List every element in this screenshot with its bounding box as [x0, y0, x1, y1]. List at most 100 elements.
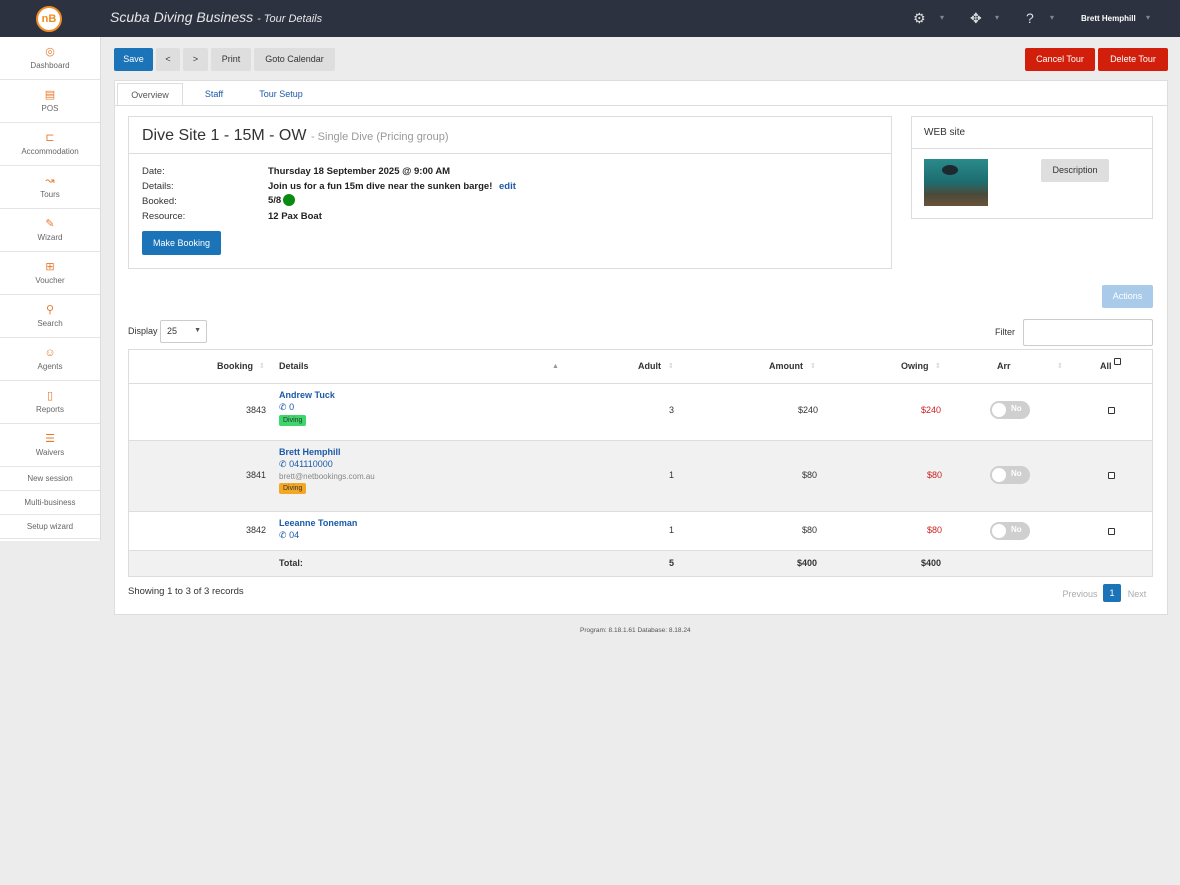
sidebar-link-multi-business[interactable]: Multi-business [0, 491, 100, 515]
tab-overview[interactable]: Overview [117, 83, 183, 106]
select-all-label: All [1100, 361, 1112, 371]
pagination-next[interactable]: Next [1124, 585, 1150, 603]
top-navbar: nB Scuba Diving Business - Tour Details … [0, 0, 1180, 37]
tab-tour-setup[interactable]: Tour Setup [250, 83, 312, 106]
customer-name-link[interactable]: Leeanne Toneman [279, 518, 357, 528]
sidebar-item-wizard[interactable]: ✎ Wizard [0, 209, 100, 252]
sidebar-item-tours[interactable]: ↝ Tours [0, 166, 100, 209]
row-select-checkbox[interactable] [1108, 472, 1115, 479]
row-select-checkbox[interactable] [1108, 407, 1115, 414]
edit-details-link[interactable]: edit [499, 181, 516, 192]
row-select-checkbox[interactable] [1108, 528, 1115, 535]
sort-icon[interactable]: ⇕ [668, 350, 674, 383]
booking-number-link[interactable]: 3843 [246, 405, 266, 415]
sidebar-item-waivers[interactable]: ☰ Waivers [0, 424, 100, 467]
make-booking-button[interactable]: Make Booking [142, 231, 221, 255]
sort-icon[interactable]: ⇕ [259, 350, 265, 383]
select-all-checkbox[interactable] [1114, 358, 1121, 365]
customer-phone[interactable]: ✆ 041110000 [279, 459, 375, 470]
filter-label: Filter [995, 327, 1015, 337]
goto-calendar-button[interactable]: Goto Calendar [254, 48, 335, 71]
sort-icon[interactable]: ⇕ [810, 350, 816, 383]
column-header-booking[interactable]: Booking [217, 350, 253, 383]
arrived-toggle[interactable]: No [990, 401, 1030, 419]
delete-tour-button[interactable]: Delete Tour [1098, 48, 1168, 71]
customer-phone[interactable]: ✆ 04 [279, 530, 357, 541]
toggle-label: No [1011, 469, 1022, 478]
owing-value: $80 [927, 525, 943, 535]
column-header-details[interactable]: Details [279, 350, 309, 383]
customer-phone[interactable]: ✆ 0 [279, 402, 335, 413]
next-tour-button[interactable]: > [183, 48, 208, 71]
booking-number-link[interactable]: 3841 [246, 470, 266, 480]
sidebar-item-label: Voucher [35, 276, 65, 285]
column-header-arr[interactable]: Arr [997, 350, 1011, 383]
product-tag: Diving [279, 483, 307, 494]
total-amount: $400 [797, 558, 818, 568]
pos-icon: ▤ [44, 89, 56, 101]
sidebar-item-voucher[interactable]: ⊞ Voucher [0, 252, 100, 295]
magic-wand-icon: ✎ [45, 218, 55, 230]
previous-tour-button[interactable]: < [156, 48, 180, 71]
table-row: 3841 Brett Hemphill ✆ 041110000 brett@ne… [129, 440, 1152, 511]
chevron-down-icon[interactable]: ▾ [1146, 13, 1150, 22]
users-icon: ☺ [44, 347, 56, 359]
column-header-amount[interactable]: Amount [769, 350, 803, 383]
save-button[interactable]: Save [114, 48, 153, 71]
sidebar-item-reports[interactable]: ▯ Reports [0, 381, 100, 424]
tour-thumbnail-image[interactable] [924, 159, 988, 206]
puzzle-icon[interactable]: ✥ [970, 10, 982, 27]
column-header-owing[interactable]: Owing [901, 350, 929, 383]
tab-staff[interactable]: Staff [192, 83, 236, 106]
phone-icon: ✆ [279, 459, 287, 469]
owing-value: $240 [921, 405, 942, 415]
sidebar-item-label: Search [37, 319, 63, 328]
sidebar-item-search[interactable]: ⚲ Search [0, 295, 100, 338]
resource-label: Resource: [142, 211, 186, 222]
records-summary: Showing 1 to 3 of 3 records [128, 586, 244, 597]
sidebar-item-dashboard[interactable]: ◎ Dashboard [0, 37, 100, 80]
amount-value: $240 [798, 405, 819, 415]
chevron-down-icon[interactable]: ▾ [995, 13, 999, 22]
customer-name-link[interactable]: Brett Hemphill [279, 447, 375, 457]
product-tag: Diving [279, 415, 307, 426]
description-button[interactable]: Description [1041, 159, 1109, 182]
sidebar-item-accommodation[interactable]: ⊏ Accommodation [0, 123, 100, 166]
cancel-tour-button[interactable]: Cancel Tour [1025, 48, 1095, 71]
pagination-previous[interactable]: Previous [1060, 585, 1100, 603]
settings-gears-icon[interactable]: ⚙ [913, 10, 926, 27]
actions-button[interactable]: Actions [1102, 285, 1153, 308]
page-size-select[interactable]: 25 ▼ [160, 320, 207, 343]
chevron-down-icon[interactable]: ▾ [1050, 13, 1054, 22]
column-header-adult[interactable]: Adult [638, 350, 661, 383]
print-button[interactable]: Print [211, 48, 251, 71]
help-icon[interactable]: ? [1026, 10, 1034, 26]
sidebar-link-new-session[interactable]: New session [0, 467, 100, 491]
arrived-toggle[interactable]: No [990, 522, 1030, 540]
sort-ascending-icon[interactable]: ▲ [552, 350, 559, 383]
sort-icon[interactable]: ⇕ [935, 350, 941, 383]
sidebar-item-label: Dashboard [30, 61, 70, 70]
sort-icon[interactable]: ⇕ [1057, 350, 1063, 383]
sidebar-item-pos[interactable]: ▤ POS [0, 80, 100, 123]
filter-input[interactable] [1023, 319, 1153, 346]
checklist-icon: ☰ [45, 433, 55, 445]
search-icon: ⚲ [45, 304, 55, 316]
toggle-label: No [1011, 525, 1022, 534]
chevron-down-icon[interactable]: ▾ [940, 13, 944, 22]
pagination-page-1[interactable]: 1 [1103, 584, 1121, 602]
booking-number-link[interactable]: 3842 [246, 525, 266, 535]
user-menu[interactable]: Brett Hemphill [1081, 14, 1136, 23]
sidebar-item-label: Wizard [37, 233, 63, 242]
app-logo[interactable]: nB [36, 6, 62, 32]
sidebar-item-agents[interactable]: ☺ Agents [0, 338, 100, 381]
amount-value: $80 [802, 525, 818, 535]
adult-count: 1 [669, 470, 675, 480]
tour-subtitle: - Single Dive (Pricing group) [310, 131, 449, 143]
tour-booked: 5/8 [268, 194, 296, 206]
arrived-toggle[interactable]: No [990, 466, 1030, 484]
customer-name-link[interactable]: Andrew Tuck [279, 390, 335, 400]
toggle-knob [992, 468, 1006, 482]
sidebar-item-label: Agents [37, 362, 63, 371]
sidebar-link-setup-wizard[interactable]: Setup wizard [0, 515, 100, 539]
